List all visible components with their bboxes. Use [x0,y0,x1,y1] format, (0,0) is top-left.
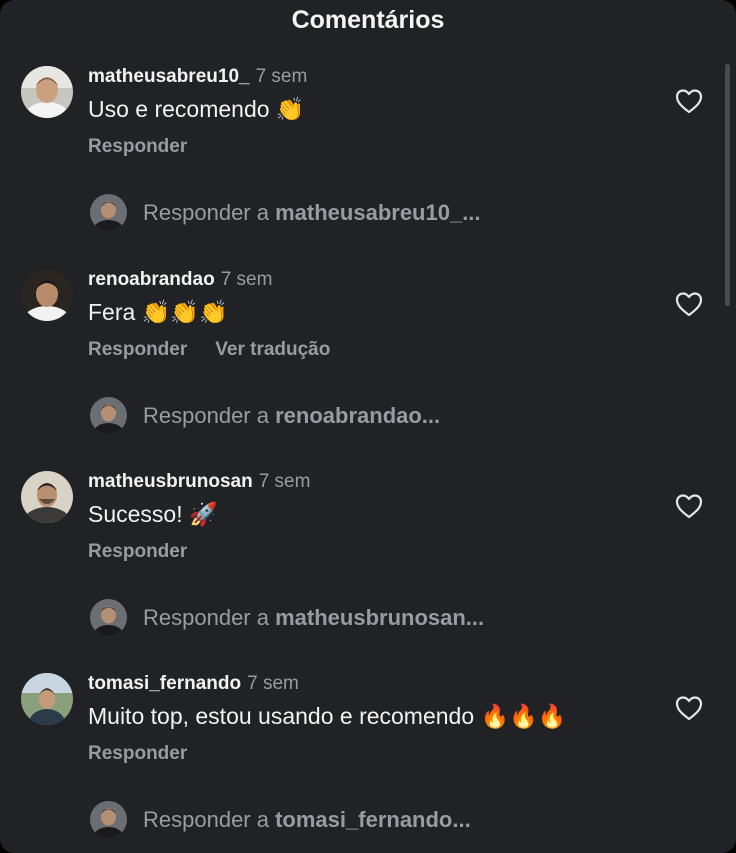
timestamp: 7 sem [258,471,311,492]
comment-item: tomasi_fernando 7 sem Muito top, estou us… [0,673,736,853]
comment-text: Uso e recomendo 👏 [88,96,305,122]
comment-item: renoabrandao 7 sem Fera 👏👏👏 Responder Ver … [0,269,736,469]
comment-text: Muito top, estou usando e recomendo 🔥🔥🔥 [88,703,567,729]
reply-placeholder[interactable]: Responder a renoabrandao... [143,403,440,429]
current-user-avatar [90,801,127,838]
current-user-avatar [90,194,127,231]
page-title: Comentários [291,6,445,34]
reply-button[interactable]: Responder [88,743,187,764]
heart-icon[interactable] [675,88,703,114]
avatar[interactable] [21,471,73,523]
username[interactable]: matheusabreu10_ [88,66,250,87]
comment-meta: renoabrandao 7 sem [88,269,272,291]
comment-actions: Responder [88,136,215,158]
comment-meta: matheusbrunosan 7 sem [88,471,310,493]
comment-meta: tomasi_fernando 7 sem [88,673,299,695]
avatar[interactable] [21,66,73,118]
comment-meta: matheusabreu10_ 7 sem [88,66,307,88]
avatar[interactable] [21,269,73,321]
reply-button[interactable]: Responder [88,136,187,157]
comment-actions: Responder [88,541,215,563]
timestamp: 7 sem [255,66,308,87]
reply-button[interactable]: Responder [88,339,187,360]
current-user-avatar [90,599,127,636]
reply-button[interactable]: Responder [88,541,187,562]
heart-icon[interactable] [675,291,703,317]
comment-item: matheusabreu10_ 7 sem Uso e recomendo 👏 R… [0,66,736,266]
comment-actions: Responder Ver tradução [88,339,358,361]
scrollbar[interactable] [725,64,730,306]
timestamp: 7 sem [220,269,273,290]
comment-text: Fera 👏👏👏 [88,299,228,325]
current-user-avatar [90,397,127,434]
reply-placeholder[interactable]: Responder a matheusbrunosan... [143,605,484,631]
timestamp: 7 sem [247,673,299,694]
translate-button[interactable]: Ver tradução [215,339,330,360]
heart-icon[interactable] [675,493,703,519]
comment-item: matheusbrunosan 7 sem Sucesso! 🚀 Responde… [0,471,736,671]
avatar[interactable] [21,673,73,725]
username[interactable]: renoabrandao [88,269,215,290]
username[interactable]: matheusbrunosan [88,471,253,492]
comment-actions: Responder [88,743,215,765]
comment-text: Sucesso! 🚀 [88,501,218,527]
comments-panel: Comentários matheusabreu10_ 7 sem Uso e r… [0,0,736,853]
heart-icon[interactable] [675,695,703,721]
reply-placeholder[interactable]: Responder a matheusabreu10_... [143,200,481,226]
reply-placeholder[interactable]: Responder a tomasi_fernando... [143,807,471,833]
username[interactable]: tomasi_fernando [88,673,241,694]
